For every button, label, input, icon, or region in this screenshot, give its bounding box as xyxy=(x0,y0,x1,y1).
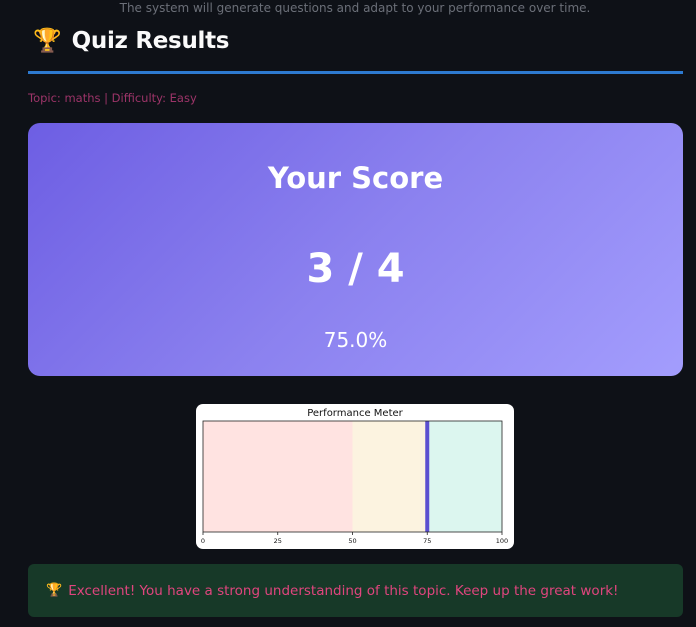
score-card: Your Score 3 / 4 75.0% xyxy=(28,123,683,376)
meter-bands xyxy=(203,421,502,532)
meter-band-1 xyxy=(352,421,428,532)
x-tick-label-50: 50 xyxy=(348,537,356,545)
meter-score-marker xyxy=(425,421,430,532)
page-title: Quiz Results xyxy=(71,28,230,54)
x-tick-label-25: 25 xyxy=(274,537,282,545)
trophy-icon: 🏆 xyxy=(33,28,62,54)
topic-difficulty-caption: Topic: maths | Difficulty: Easy xyxy=(28,91,197,105)
meter-x-axis: 0 25 50 75 100 xyxy=(201,532,508,545)
x-tick-label-75: 75 xyxy=(423,537,431,545)
title-divider xyxy=(28,71,683,74)
page-caption: The system will generate questions and a… xyxy=(119,1,591,15)
score-percent: 75.0% xyxy=(323,328,388,352)
chart-title: Performance Meter xyxy=(307,408,403,419)
x-tick-label-100: 100 xyxy=(496,537,508,545)
feedback-banner: 🏆 Excellent! You have a strong understan… xyxy=(28,564,683,617)
trophy-icon: 🏆 xyxy=(46,582,63,598)
meter-marker-layer xyxy=(425,421,430,532)
performance-meter-svg: Performance Meter 0 25 50 75 100 xyxy=(201,408,508,545)
title-row: 🏆 Quiz Results xyxy=(33,26,229,56)
score-heading: Your Score xyxy=(267,161,444,195)
performance-meter-chart: Performance Meter 0 25 50 75 100 xyxy=(196,404,514,549)
x-tick-label-0: 0 xyxy=(201,537,205,545)
meter-band-2 xyxy=(427,421,502,532)
meter-band-0 xyxy=(203,421,353,532)
feedback-message: Excellent! You have a strong understandi… xyxy=(68,582,619,599)
score-value: 3 / 4 xyxy=(306,246,405,292)
quiz-results-page: The system will generate questions and a… xyxy=(0,0,696,627)
